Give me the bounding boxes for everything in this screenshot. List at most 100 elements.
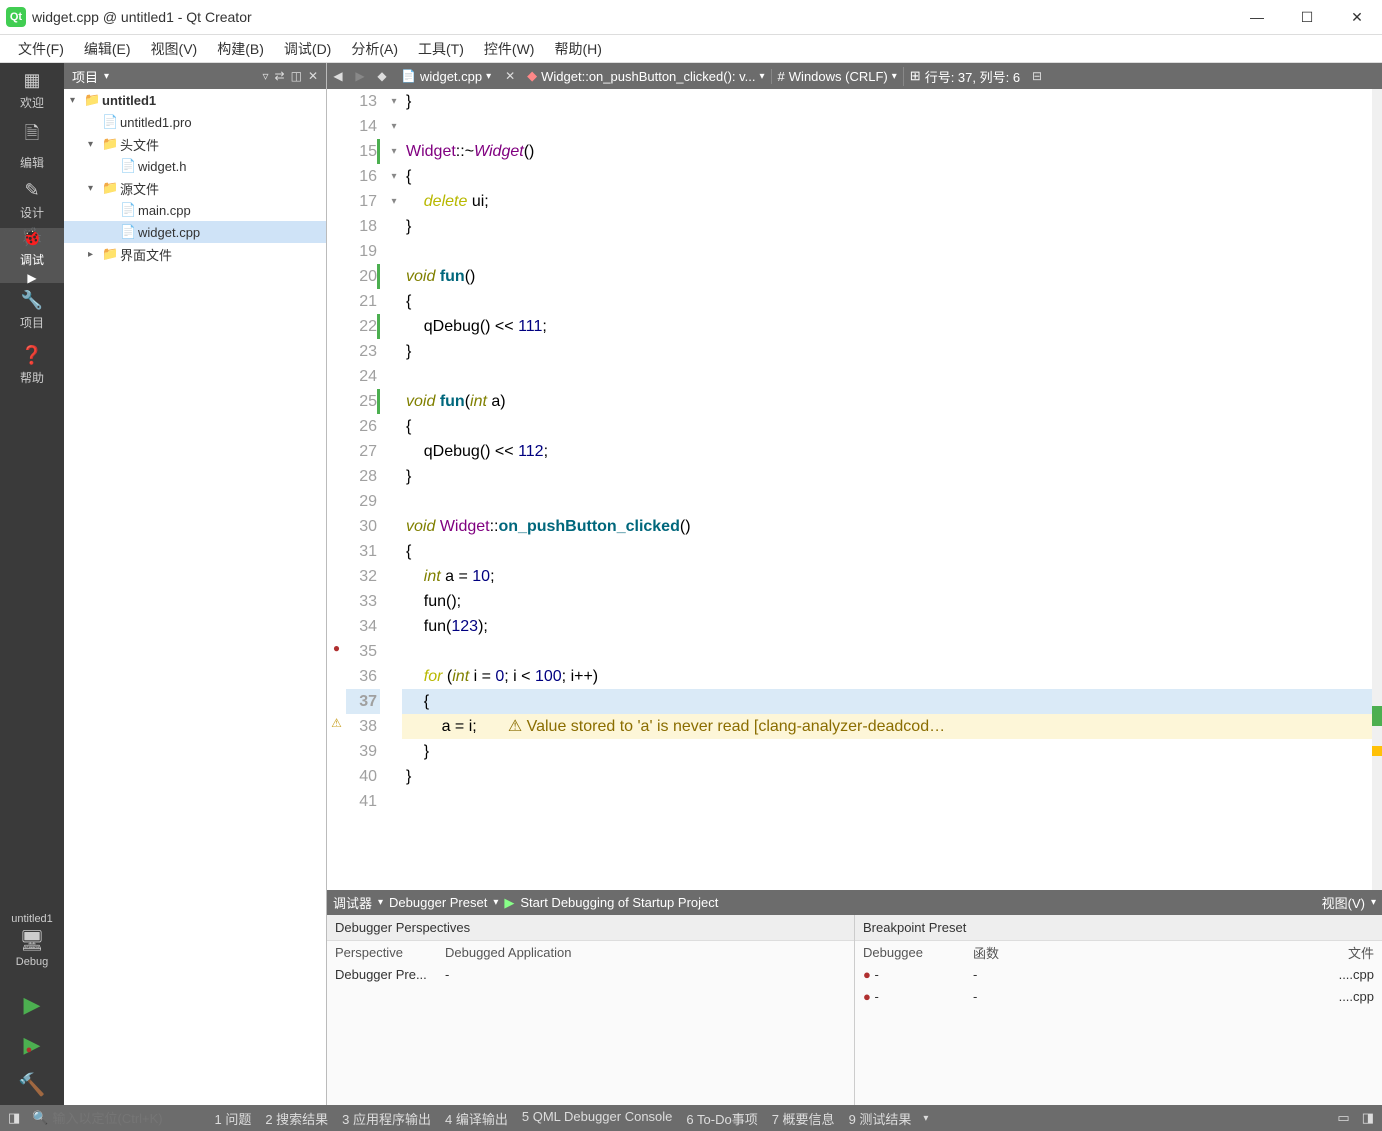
mode-帮助[interactable]: ❓ 帮助 xyxy=(0,338,64,393)
footer-tab[interactable]: 7 概要信息 xyxy=(772,1109,835,1128)
file-icon: 📄 xyxy=(120,202,138,218)
filter-icon[interactable]: ▿ xyxy=(263,69,269,83)
sidebar-toggle-icon[interactable]: ◨ xyxy=(1362,1110,1374,1126)
menu-item[interactable]: 编辑(E) xyxy=(74,36,141,62)
bookmark-icon[interactable]: ◆ xyxy=(371,69,393,83)
split-editor-icon[interactable]: ⊟ xyxy=(1026,69,1048,83)
close-button[interactable]: ✕ xyxy=(1332,0,1382,35)
mode-label: 欢迎 xyxy=(20,94,44,111)
fold-gutter[interactable]: ▾▾▾▾▾ xyxy=(386,89,402,890)
menu-item[interactable]: 帮助(H) xyxy=(544,36,611,62)
build-button[interactable]: 🔨 xyxy=(0,1065,64,1105)
mode-设计[interactable]: ✎设计 xyxy=(0,173,64,228)
col-function: 函数 xyxy=(973,943,1314,962)
tree-item[interactable]: ▾📁untitled1 xyxy=(64,89,326,111)
start-debug-icon[interactable]: ▶ xyxy=(504,895,514,911)
mode-icon: ▦ xyxy=(23,70,40,91)
tree-item[interactable]: 📄widget.h xyxy=(64,155,326,177)
minimap[interactable] xyxy=(1372,89,1382,890)
mode-sidebar: ▦欢迎🗎编辑✎设计🐞调试▶🔧项目❓帮助 untitled1 🖥 Debug ▶ … xyxy=(0,63,64,1105)
mode-label: 设计 xyxy=(20,204,44,221)
file-icon: 📄 xyxy=(102,114,120,130)
debug-view-label[interactable]: 视图(V) xyxy=(1322,893,1365,912)
mode-项目[interactable]: 🔧项目 xyxy=(0,283,64,338)
target-project-label: untitled1 xyxy=(11,913,53,925)
function-dropdown[interactable]: ◆ Widget::on_pushButton_clicked(): v... … xyxy=(521,68,770,84)
table-row[interactable]: ● --....cpp xyxy=(855,985,1382,1007)
col-debuggee: Debuggee xyxy=(863,945,963,960)
menu-item[interactable]: 工具(T) xyxy=(408,36,474,62)
tree-item[interactable]: 📄widget.cpp xyxy=(64,221,326,243)
mode-label: 帮助 xyxy=(20,369,44,386)
code-editor[interactable]: ●⚠ 1314151617181920212223242526272829303… xyxy=(327,89,1382,890)
footer-tab[interactable]: 1 问题 xyxy=(214,1109,251,1128)
link-icon[interactable]: ⇄ xyxy=(275,69,285,83)
menu-item[interactable]: 视图(V) xyxy=(141,36,208,62)
tree-item[interactable]: ▸📁界面文件 xyxy=(64,243,326,265)
progress-icon[interactable]: ▭ xyxy=(1337,1110,1349,1126)
run-button[interactable]: ▶ xyxy=(0,985,64,1025)
menu-item[interactable]: 调试(D) xyxy=(274,36,341,62)
project-tree[interactable]: ▾📁untitled1📄untitled1.pro▾📁头文件📄widget.h▾… xyxy=(64,89,326,1105)
maximize-button[interactable]: ☐ xyxy=(1282,0,1332,35)
file-icon: 📄 xyxy=(120,158,138,174)
table-row[interactable]: Debugger Pre... - xyxy=(327,963,854,985)
debugger-label: 调试器 xyxy=(333,893,372,912)
locator-input[interactable] xyxy=(52,1111,202,1126)
minimize-button[interactable]: — xyxy=(1232,0,1282,35)
mode-编辑[interactable]: 🗎编辑 xyxy=(0,118,64,173)
footer-tab[interactable]: 5 QML Debugger Console xyxy=(522,1109,673,1128)
footer-tab[interactable]: 3 应用程序输出 xyxy=(342,1109,431,1128)
footer-tab[interactable]: 6 To-Do事项 xyxy=(686,1109,757,1128)
mode-欢迎[interactable]: ▦ 欢迎 xyxy=(0,63,64,118)
project-panel: 项目 ▾ ▿ ⇄ ◫ ✕ ▾📁untitled1📄untitled1.pro▾📁… xyxy=(64,63,327,1105)
nav-back-button[interactable]: ◀ xyxy=(327,69,349,83)
tree-item[interactable]: 📄untitled1.pro xyxy=(64,111,326,133)
close-panel-icon[interactable]: ✕ xyxy=(308,69,318,83)
menu-item[interactable]: 分析(A) xyxy=(341,36,408,62)
menu-item[interactable]: 构建(B) xyxy=(207,36,274,62)
editor-area: ◀ ▶ ◆ 📄 widget.cpp ▾ ✕ ◆ Widget::on_push… xyxy=(327,63,1382,1105)
nav-fwd-button[interactable]: ▶ xyxy=(349,69,371,83)
qt-logo-icon: Qt xyxy=(6,7,26,27)
start-debug-label[interactable]: Start Debugging of Startup Project xyxy=(520,895,718,910)
breakpoint-gutter[interactable]: ●⚠ xyxy=(327,89,346,890)
warning-icon[interactable]: ⚠ xyxy=(331,716,342,730)
project-panel-title: 项目 xyxy=(72,67,98,86)
footer-tab[interactable]: 2 搜索结果 xyxy=(265,1109,328,1128)
output-pane-icon[interactable]: ◨ xyxy=(8,1110,20,1126)
encoding-label: Windows (CRLF) xyxy=(789,69,888,84)
tree-item[interactable]: ▾📁头文件 xyxy=(64,133,326,155)
editor-toolbar: ◀ ▶ ◆ 📄 widget.cpp ▾ ✕ ◆ Widget::on_push… xyxy=(327,63,1382,89)
col-perspective: Perspective xyxy=(335,945,435,960)
footer-tab[interactable]: 4 编译输出 xyxy=(445,1109,508,1128)
table-row[interactable]: ● --....cpp xyxy=(855,963,1382,985)
cursor-position[interactable]: ⊞行号: 37, 列号: 6 xyxy=(903,67,1026,86)
mode-调试[interactable]: 🐞调试▶ xyxy=(0,228,64,283)
footer-tab[interactable]: 9 测试结果 xyxy=(849,1109,912,1128)
open-file-label: widget.cpp xyxy=(420,69,482,84)
target-config-label: Debug xyxy=(16,956,48,968)
split-icon[interactable]: ◫ xyxy=(291,69,302,83)
tree-item[interactable]: 📄main.cpp xyxy=(64,199,326,221)
menu-item[interactable]: 控件(W) xyxy=(474,36,545,62)
debug-run-button[interactable]: ▶● xyxy=(0,1025,64,1065)
target-selector[interactable]: untitled1 🖥 Debug xyxy=(0,895,64,985)
col-debugged-app: Debugged Application xyxy=(445,945,846,960)
tree-item[interactable]: ▾📁源文件 xyxy=(64,177,326,199)
window-title: widget.cpp @ untitled1 - Qt Creator xyxy=(32,9,1232,25)
menu-item[interactable]: 文件(F) xyxy=(8,36,74,62)
mode-label: 调试 xyxy=(20,251,44,268)
encoding-selector[interactable]: #Windows (CRLF)▾ xyxy=(771,69,903,84)
debugger-preset-label[interactable]: Debugger Preset xyxy=(389,895,487,910)
folder-icon: 📁 xyxy=(102,136,120,152)
panel-title: Breakpoint Preset xyxy=(855,915,1382,941)
breakpoint-icon[interactable]: ● xyxy=(333,641,340,655)
close-file-button[interactable]: ✕ xyxy=(499,69,521,83)
cursor-label: 行号: 37, 列号: 6 xyxy=(925,67,1020,86)
mode-icon: ❓ xyxy=(21,345,43,366)
tree-label: 源文件 xyxy=(120,179,159,198)
code-content[interactable]: }Widget::~Widget(){ delete ui;}void fun(… xyxy=(402,89,1382,890)
locator[interactable]: 🔍 xyxy=(32,1110,202,1126)
file-tab[interactable]: 📄 widget.cpp ▾ xyxy=(393,69,499,84)
